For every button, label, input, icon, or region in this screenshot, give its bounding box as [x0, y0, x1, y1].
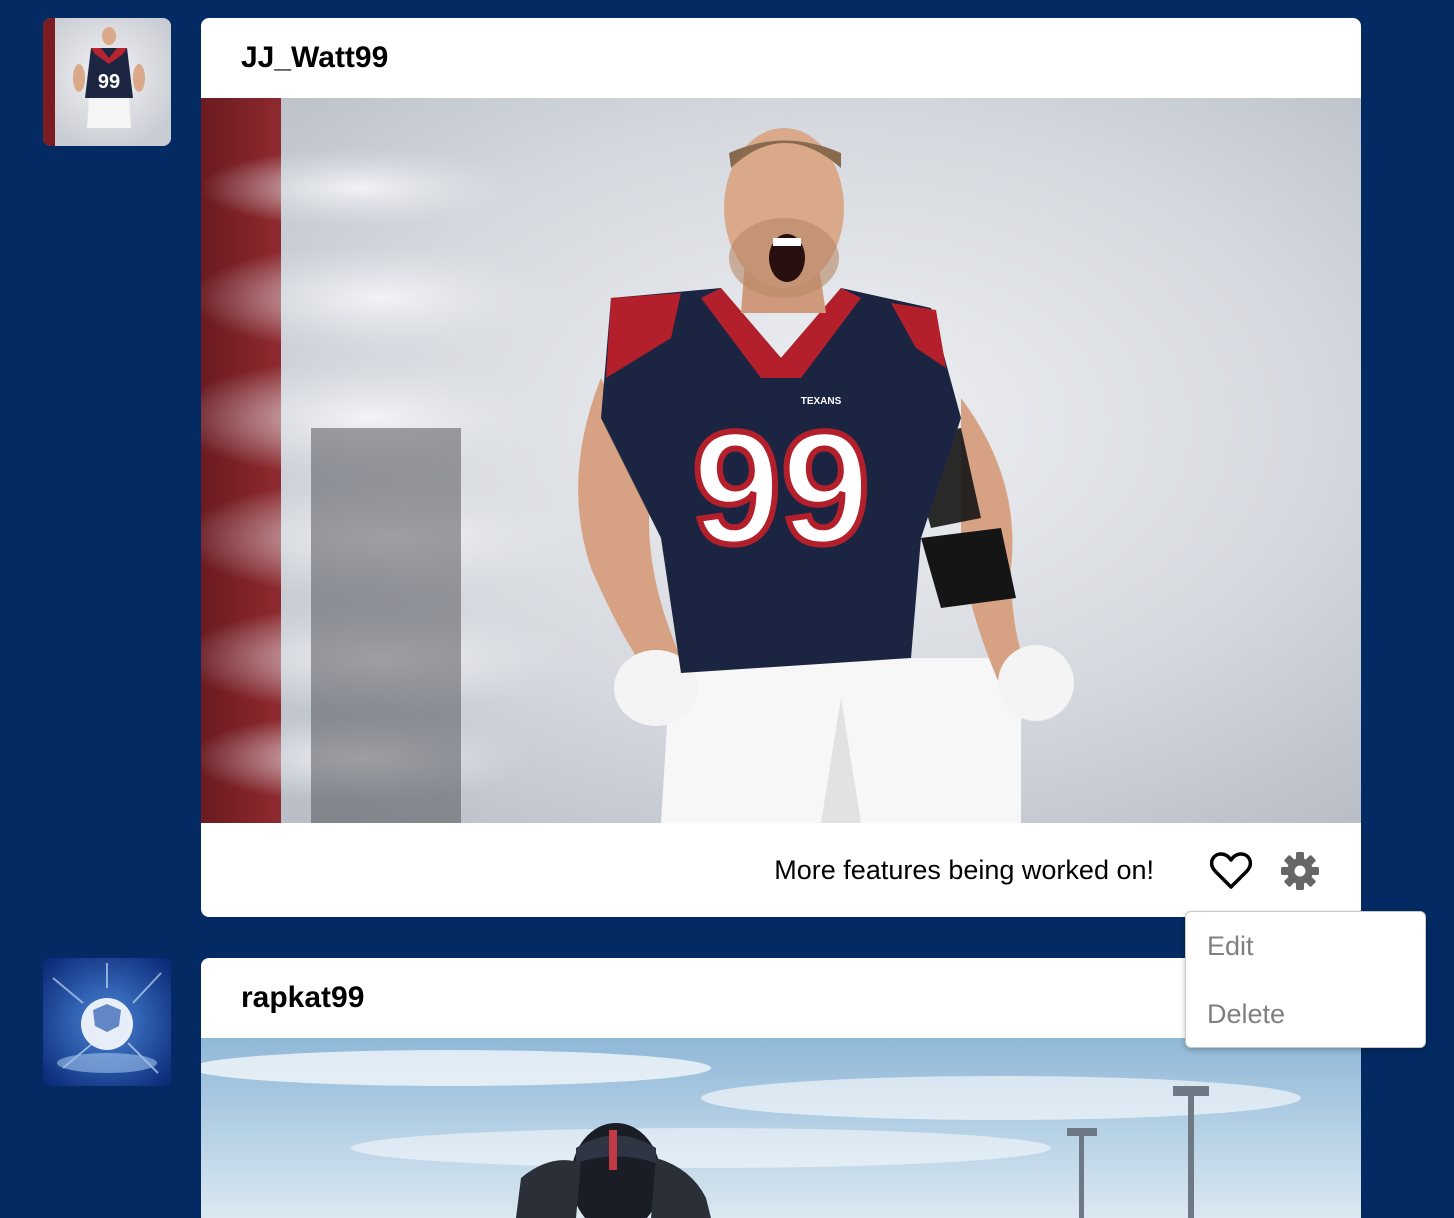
post-photo: 99 TEXANS [201, 98, 1361, 823]
post-username[interactable]: JJ_Watt99 [241, 41, 388, 75]
post-card: JJ_Watt99 99 TEXANS More features being … [201, 18, 1361, 917]
user-avatar[interactable]: 99 [43, 18, 171, 146]
svg-text:99: 99 [98, 71, 120, 93]
svg-text:TEXANS: TEXANS [801, 396, 842, 407]
post-footer: More features being worked on! [201, 823, 1361, 917]
post-photo [201, 1038, 1361, 1218]
post-header: JJ_Watt99 [201, 18, 1361, 98]
settings-dropdown-menu: Edit Delete [1185, 911, 1426, 1048]
heart-outline-icon[interactable] [1210, 850, 1252, 892]
gear-icon[interactable] [1279, 850, 1321, 892]
post-username[interactable]: rapkat99 [241, 981, 364, 1015]
user-avatar[interactable] [43, 958, 171, 1086]
post-caption: More features being worked on! [774, 855, 1154, 885]
delete-menu-item[interactable]: Delete [1186, 980, 1425, 1048]
edit-menu-item[interactable]: Edit [1186, 912, 1425, 980]
svg-text:99: 99 [692, 398, 870, 577]
